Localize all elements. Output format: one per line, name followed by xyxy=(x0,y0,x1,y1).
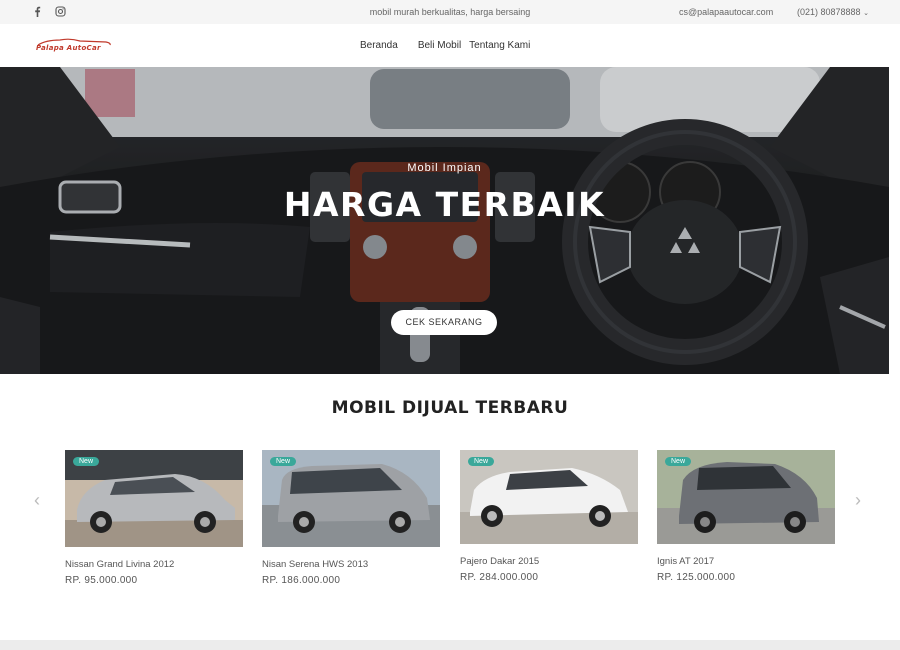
new-badge: New xyxy=(468,457,495,466)
phone-number: (021) 80878888 xyxy=(797,7,861,17)
carousel-next-arrow-icon[interactable]: › xyxy=(855,490,861,511)
nav-beranda[interactable]: Beranda xyxy=(360,40,398,51)
car-name[interactable]: Nissan Grand Livina 2012 xyxy=(65,559,243,570)
car-card[interactable]: New Pajero Dakar 2015 RP. 284.000.000 xyxy=(460,450,638,583)
logo-text: Palapa AutoCar xyxy=(36,44,101,52)
nav-beli-mobil[interactable]: Beli Mobil xyxy=(418,40,461,51)
car-card[interactable]: New Ignis AT 2017 RP. 125.000.000 xyxy=(657,450,835,583)
car-price: RP. 125.000.000 xyxy=(657,572,736,583)
hero-subtitle: Mobil Impian xyxy=(407,162,482,174)
car-card[interactable]: New Nisan Serena HWS 2013 RP. 186.000.00… xyxy=(262,450,440,586)
carousel-prev-arrow-icon[interactable]: ‹ xyxy=(34,490,40,511)
car-name[interactable]: Ignis AT 2017 xyxy=(657,556,835,567)
new-badge: New xyxy=(270,457,297,466)
cek-sekarang-button[interactable]: CEK SEKARANG xyxy=(391,310,497,335)
main-header: Palapa AutoCar Beranda Beli Mobil Tentan… xyxy=(0,24,900,67)
section-title: MOBIL DIJUAL TERBARU xyxy=(331,398,569,418)
car-name[interactable]: Pajero Dakar 2015 xyxy=(460,556,638,567)
new-badge: New xyxy=(665,457,692,466)
car-price: RP. 284.000.000 xyxy=(460,572,539,583)
phone-dropdown[interactable]: (021) 80878888 ⌄ xyxy=(797,7,869,17)
car-photo[interactable]: New xyxy=(460,450,638,544)
footer-strip xyxy=(0,640,900,650)
car-photo[interactable]: New xyxy=(65,450,243,547)
car-price: RP. 186.000.000 xyxy=(262,575,341,586)
car-card[interactable]: New Nissan Grand Livina 2012 RP. 95.000.… xyxy=(65,450,243,586)
main-nav: Beranda Beli Mobil Tentang Kami xyxy=(360,40,530,51)
nav-tentang-kami[interactable]: Tentang Kami xyxy=(469,40,530,51)
car-photo[interactable]: New xyxy=(657,450,835,544)
top-bar: mobil murah berkualitas, harga bersaing … xyxy=(0,0,900,24)
car-price: RP. 95.000.000 xyxy=(65,575,138,586)
email-link[interactable]: cs@palapaautocar.com xyxy=(679,7,773,17)
car-photo[interactable]: New xyxy=(262,450,440,547)
hero-banner: Mobil Impian HARGA TERBAIK CEK SEKARANG xyxy=(0,67,889,374)
logo[interactable]: Palapa AutoCar xyxy=(36,38,112,54)
chevron-down-icon: ⌄ xyxy=(863,10,869,17)
new-badge: New xyxy=(73,457,100,466)
car-name[interactable]: Nisan Serena HWS 2013 xyxy=(262,559,440,570)
hero-title: HARGA TERBAIK xyxy=(283,185,606,224)
